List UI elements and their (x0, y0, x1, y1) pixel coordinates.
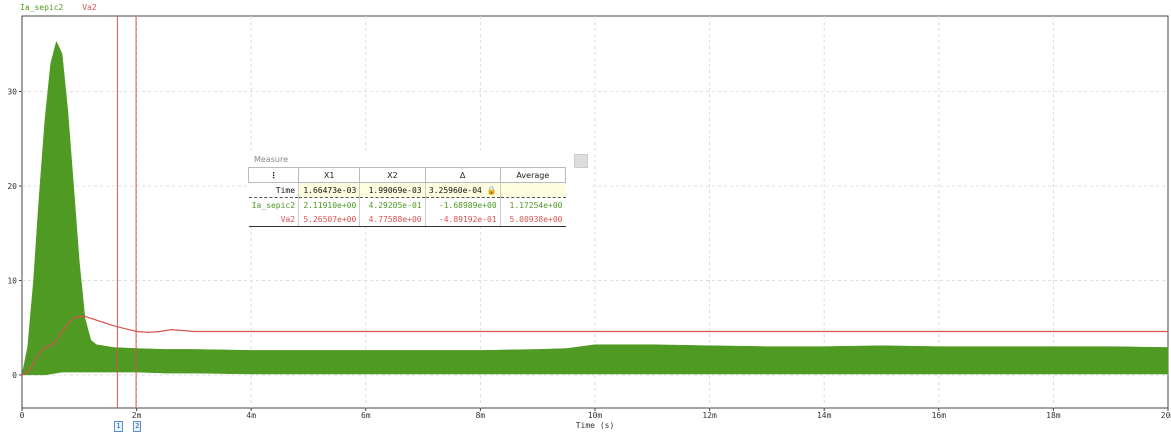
col-average: Average (499, 167, 567, 183)
y-tick-label: 0 (12, 371, 17, 380)
measure-panel[interactable]: Measure ⋮ X1 X2 Δ Average Time 1.66473e-… (247, 153, 590, 227)
row-label: Va2 (248, 212, 299, 227)
y-tick-label: 10 (7, 276, 17, 285)
lock-icon[interactable]: 🔒 (487, 186, 497, 195)
ia-average: 1.17254e+00 (499, 197, 566, 212)
cursor-handle-1[interactable]: 1 (114, 421, 123, 432)
va2-average: 5.00938e+00 (499, 212, 566, 227)
table-row-time: Time 1.66473e-03 1.99069e-03 3.25960e-04… (248, 182, 566, 198)
x-tick-label: 16m (932, 411, 947, 420)
ia-delta: -1.68989e+00 (424, 197, 501, 212)
ia-x2: 4.29205e-01 (359, 197, 426, 212)
measure-menu-icon[interactable]: ⋮ (247, 167, 300, 183)
close-icon[interactable] (574, 154, 588, 168)
measure-table: ⋮ X1 X2 Δ Average Time 1.66473e-03 1.990… (247, 167, 567, 227)
x-tick-label: 0 (20, 411, 25, 420)
col-delta: Δ (424, 167, 501, 183)
y-tick-label: 30 (7, 88, 17, 97)
va2-x1: 5.26507e+00 (298, 212, 360, 227)
x-tick-label: 8m (476, 411, 486, 420)
x-tick-label: 12m (702, 411, 717, 420)
legend-ia-sepic2[interactable]: Ia_sepic2 (20, 3, 63, 12)
table-row-va2: Va2 5.26507e+00 4.77588e+00 -4.89192e-01… (248, 212, 566, 227)
va2-delta: -4.89192e-01 (424, 212, 501, 227)
x-tick-label: 20m (1161, 411, 1171, 420)
row-label: Time (248, 182, 299, 198)
ia-x1: 2.11910e+00 (298, 197, 360, 212)
time-delta: 3.25960e-04 🔒 (424, 182, 501, 198)
col-x2: X2 (359, 167, 426, 183)
table-row-ia-sepic2: Ia_sepic2 2.11910e+00 4.29205e-01 -1.689… (249, 197, 566, 212)
row-label: Ia_sepic2 (251, 200, 296, 210)
x-axis-label: Time (s) (576, 421, 615, 430)
x-tick-label: 18m (1046, 411, 1061, 420)
va2-x2: 4.77588e+00 (359, 212, 426, 227)
time-average (499, 182, 566, 198)
time-x1[interactable]: 1.66473e-03 (298, 182, 360, 198)
col-x1: X1 (298, 167, 361, 183)
legend-va2[interactable]: Va2 (82, 3, 96, 12)
x-tick-label: 10m (588, 411, 603, 420)
x-tick-label: 6m (361, 411, 371, 420)
y-tick-label: 20 (7, 182, 17, 191)
x-tick-label: 14m (817, 411, 832, 420)
measure-title: Measure (248, 153, 590, 168)
legend: Ia_sepic2 Va2 (20, 3, 111, 12)
x-tick-label: 2m (132, 411, 142, 420)
x-tick-label: 4m (246, 411, 256, 420)
cursor-handle-2[interactable]: 2 (133, 421, 142, 432)
time-x2[interactable]: 1.99069e-03 (359, 182, 426, 198)
